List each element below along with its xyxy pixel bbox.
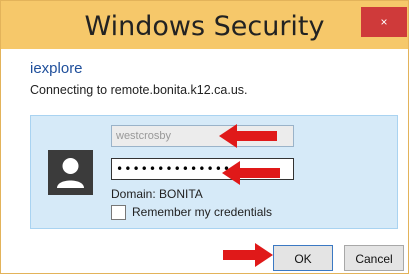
ok-button[interactable]: OK	[273, 245, 333, 271]
arrow-left-icon	[222, 161, 280, 185]
close-button[interactable]: ×	[361, 7, 407, 37]
domain-text: Domain: BONITA	[111, 187, 203, 201]
remember-credentials-checkbox[interactable]	[111, 205, 126, 220]
arrow-right-icon	[223, 243, 273, 267]
arrow-left-icon	[219, 124, 277, 148]
windows-security-dialog: Windows Security × iexplore Connecting t…	[0, 0, 409, 274]
app-name: iexplore	[30, 60, 83, 77]
user-avatar-icon	[48, 150, 93, 195]
window-title: Windows Security	[84, 11, 325, 42]
title-bar: Windows Security ×	[1, 1, 408, 49]
close-icon: ×	[380, 15, 388, 29]
remember-credentials-label: Remember my credentials	[132, 205, 273, 219]
connecting-text: Connecting to remote.bonita.k12.ca.us.	[30, 83, 248, 97]
cancel-button[interactable]: Cancel	[344, 245, 404, 271]
